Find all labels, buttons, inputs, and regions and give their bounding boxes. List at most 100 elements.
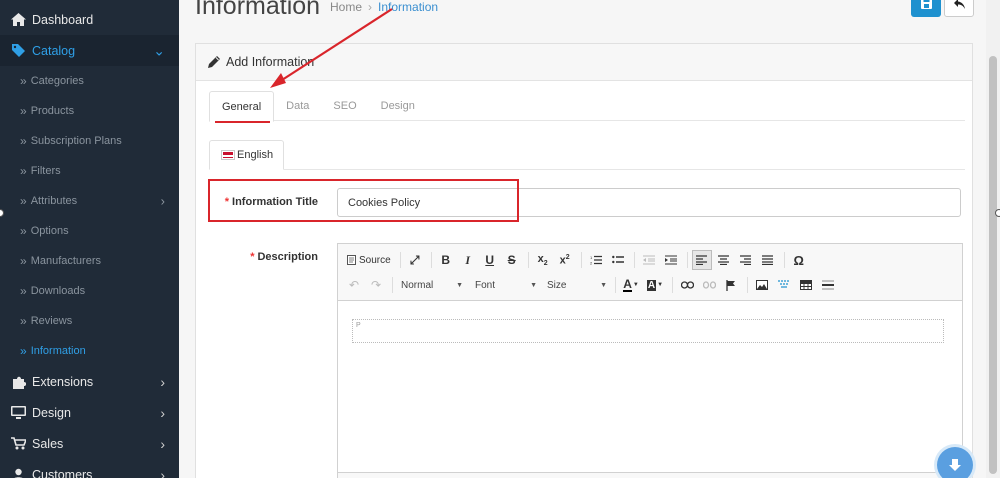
sidebar-item-label: Design [32, 405, 71, 420]
source-button[interactable]: Source [344, 250, 394, 270]
flash-button[interactable] [774, 275, 794, 295]
toolbar-separator [580, 252, 582, 268]
redo-icon: ↷ [370, 278, 382, 292]
catalog-submenu: » Categories » Products » Subscription Plan… [0, 66, 179, 366]
sidebar-subitem-manufacturers[interactable]: » Manufacturers [0, 246, 179, 276]
indent-button[interactable] [661, 250, 681, 270]
text-color-icon: A [623, 276, 632, 292]
double-chevron-icon: » [20, 194, 27, 208]
background-color-button[interactable]: A ▼ [644, 275, 666, 295]
redo-button[interactable]: ↷ [366, 275, 386, 295]
align-center-button[interactable] [714, 250, 734, 270]
sidebar-subitem-filters[interactable]: » Filters [0, 156, 179, 186]
align-left-button[interactable] [691, 250, 712, 270]
superscript-button[interactable]: x2 [555, 250, 575, 270]
editor-toolbar: Source ⤢ B I U S x2 x2 12 Ω ↶ ↷ Normal ▼… [338, 244, 962, 301]
caret-down-icon: ▼ [632, 282, 639, 288]
editor-content-area[interactable]: P [352, 319, 944, 343]
background-color-icon: A [646, 279, 657, 291]
numbered-list-button[interactable]: 12 [586, 250, 606, 270]
scroll-down-button[interactable] [937, 447, 973, 478]
title-highlight-box-annotation [208, 179, 519, 222]
chevron-right-icon: › [160, 466, 165, 478]
sidebar-subitem-attributes[interactable]: » Attributes › [0, 186, 179, 216]
undo-button[interactable]: ↶ [344, 275, 364, 295]
link-icon [680, 281, 694, 289]
anchor-button[interactable] [721, 275, 741, 295]
toolbar-separator [783, 252, 785, 268]
numbered-list-icon: 12 [590, 255, 602, 265]
subscript-button[interactable]: x2 [533, 250, 553, 270]
caret-down-icon: ▼ [530, 281, 537, 289]
align-right-button[interactable] [736, 250, 756, 270]
sidebar-subitem-reviews[interactable]: » Reviews [0, 306, 179, 336]
svg-text:2: 2 [590, 261, 593, 266]
link-button[interactable] [677, 275, 697, 295]
horizontal-rule-button[interactable] [818, 275, 838, 295]
description-rich-text-editor: Source ⤢ B I U S x2 x2 12 Ω ↶ ↷ Normal ▼… [337, 243, 963, 478]
outdent-button[interactable] [639, 250, 659, 270]
flag-icon [726, 279, 735, 291]
toolbar-separator [615, 277, 616, 293]
font-select[interactable]: Font ▼ [471, 275, 541, 295]
sidebar-item-label: Extensions [32, 374, 94, 389]
align-center-icon [718, 255, 730, 265]
sidebar-item-design[interactable]: Design › [0, 397, 179, 428]
sidebar-item-customers[interactable]: Customers › [0, 459, 179, 478]
editor-element-path: body p [338, 472, 962, 478]
superscript-icon: x2 [559, 253, 570, 267]
sidebar-item-sales[interactable]: Sales › [0, 428, 179, 459]
italic-button[interactable]: I [458, 250, 478, 270]
toolbar-separator [392, 277, 393, 293]
sidebar-item-extensions[interactable]: Extensions › [0, 366, 179, 397]
unlink-button[interactable] [699, 275, 719, 295]
sidebar-subitem-label: Downloads [30, 285, 86, 297]
flash-icon [778, 280, 790, 288]
text-color-button[interactable]: A ▼ [620, 275, 642, 295]
subscript-icon: x2 [537, 252, 548, 268]
size-select[interactable]: Size ▼ [543, 275, 611, 295]
chevron-right-icon: › [160, 193, 165, 209]
sidebar-subitem-label: Filters [30, 165, 61, 177]
strikethrough-button[interactable]: S [502, 250, 522, 270]
general-tab-underline-annotation [215, 121, 270, 123]
image-button[interactable] [752, 275, 772, 295]
double-chevron-icon: » [20, 344, 27, 358]
justify-button[interactable] [758, 250, 778, 270]
sidebar-subitem-subscription-plans[interactable]: » Subscription Plans [0, 126, 179, 156]
table-button[interactable] [796, 275, 816, 295]
image-icon [756, 280, 768, 290]
table-icon [800, 280, 812, 290]
underline-button[interactable]: U [480, 250, 500, 270]
format-select[interactable]: Normal ▼ [397, 275, 467, 295]
sidebar-item-label: Customers [32, 467, 93, 478]
double-chevron-icon: » [20, 314, 27, 328]
uk-flag-icon [221, 150, 235, 160]
double-chevron-icon: » [20, 284, 27, 298]
toolbar-separator [430, 252, 432, 268]
sidebar-subitem-information[interactable]: » Information [0, 336, 179, 366]
cart-icon [10, 437, 27, 451]
maximize-button[interactable]: ⤢ [405, 250, 425, 270]
puzzle-icon [10, 375, 27, 389]
page-scrollbar-thumb[interactable] [989, 56, 997, 474]
sidebar-subitem-label: Subscription Plans [30, 135, 122, 147]
save-button[interactable] [911, 0, 941, 17]
special-character-button[interactable]: Ω [789, 250, 809, 270]
sidebar-subitem-downloads[interactable]: » Downloads [0, 276, 179, 306]
chevron-right-icon: › [160, 373, 165, 390]
font-select-value: Font [475, 279, 496, 291]
tab-language-english[interactable]: English [209, 140, 284, 170]
toolbar-separator [672, 277, 673, 293]
description-label: * Description [218, 251, 318, 263]
sidebar-item-label: Sales [32, 436, 64, 451]
caret-down-icon: ▼ [657, 282, 664, 288]
bulleted-list-button[interactable] [608, 250, 628, 270]
toolbar-separator [686, 252, 688, 268]
double-chevron-icon: » [20, 224, 27, 238]
italic-icon: I [465, 252, 471, 267]
back-button[interactable] [944, 0, 974, 17]
bold-button[interactable]: B [436, 250, 456, 270]
sidebar-subitem-options[interactable]: » Options [0, 216, 179, 246]
language-tab-divider [209, 169, 965, 170]
